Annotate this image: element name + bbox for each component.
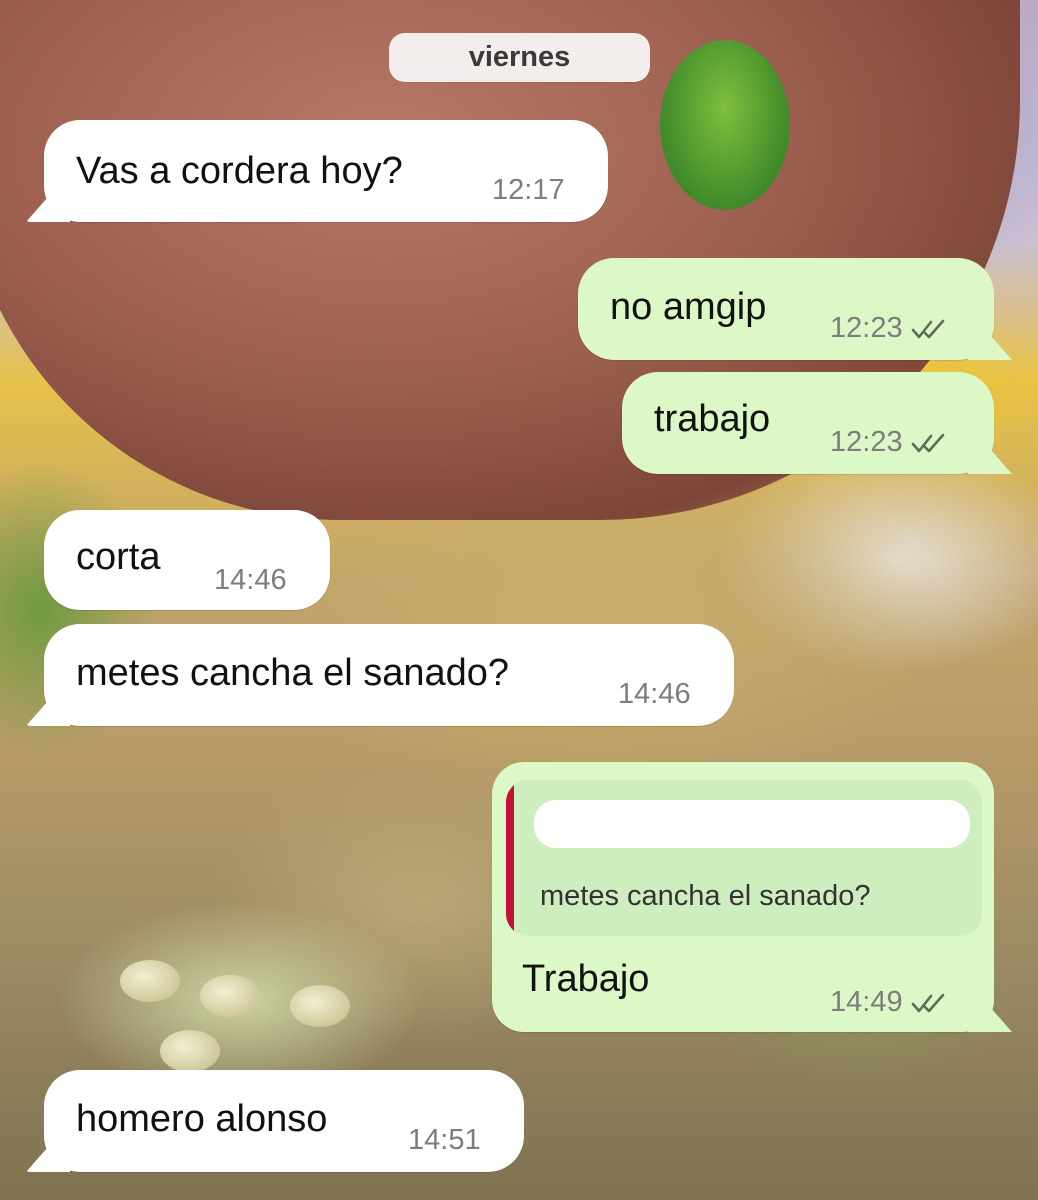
quoted-text: metes cancha el sanado? [540,880,871,912]
message-meta: 14:51 [408,1124,481,1157]
outgoing-message[interactable]: metes cancha el sanado? Trabajo 14:49 [492,762,1012,1032]
incoming-message[interactable]: homero alonso 14:51 [26,1070,524,1172]
message-text: homero alonso [76,1098,328,1140]
bubble-tail [26,696,70,726]
bubble-tail [26,1142,70,1172]
message-time: 12:17 [492,174,565,206]
message-text: no amgip [610,286,767,328]
quoted-reply[interactable]: metes cancha el sanado? [506,780,982,936]
date-label: viernes [468,41,571,73]
message-text: metes cancha el sanado? [76,652,510,694]
double-check-icon [911,432,947,454]
incoming-message[interactable]: metes cancha el sanado? 14:46 [26,624,734,726]
message-time: 14:46 [214,564,287,596]
bubble-tail [968,330,1012,360]
chat-thread[interactable]: viernes Vas a cordera hoy? 12:17 no amgi… [0,0,1038,1200]
quote-bar [506,780,514,936]
message-meta: 14:46 [214,564,287,597]
quoted-author-redacted [534,800,970,848]
message-text: Vas a cordera hoy? [76,150,403,192]
bubble-tail [968,1002,1012,1032]
message-time: 12:23 [830,426,903,458]
message-text: corta [76,536,161,578]
outgoing-message[interactable]: no amgip 12:23 [578,258,1012,360]
bubble-tail [968,444,1012,474]
message-meta: 12:17 [492,174,565,207]
message-meta: 14:46 [618,678,691,711]
double-check-icon [911,992,947,1014]
bubble-tail [26,192,70,222]
date-separator: viernes [389,33,650,82]
message-time: 14:51 [408,1124,481,1156]
incoming-message[interactable]: Vas a cordera hoy? 12:17 [26,120,608,222]
outgoing-message[interactable]: trabajo 12:23 [622,372,1012,474]
message-meta: 14:49 [830,986,947,1019]
message-text: trabajo [654,398,771,440]
message-text: Trabajo [522,958,650,1000]
incoming-message[interactable]: corta 14:46 [44,510,330,610]
double-check-icon [911,318,947,340]
message-meta: 12:23 [830,426,947,459]
message-time: 12:23 [830,312,903,344]
message-time: 14:46 [618,678,691,710]
message-time: 14:49 [830,986,903,1018]
message-meta: 12:23 [830,312,947,345]
